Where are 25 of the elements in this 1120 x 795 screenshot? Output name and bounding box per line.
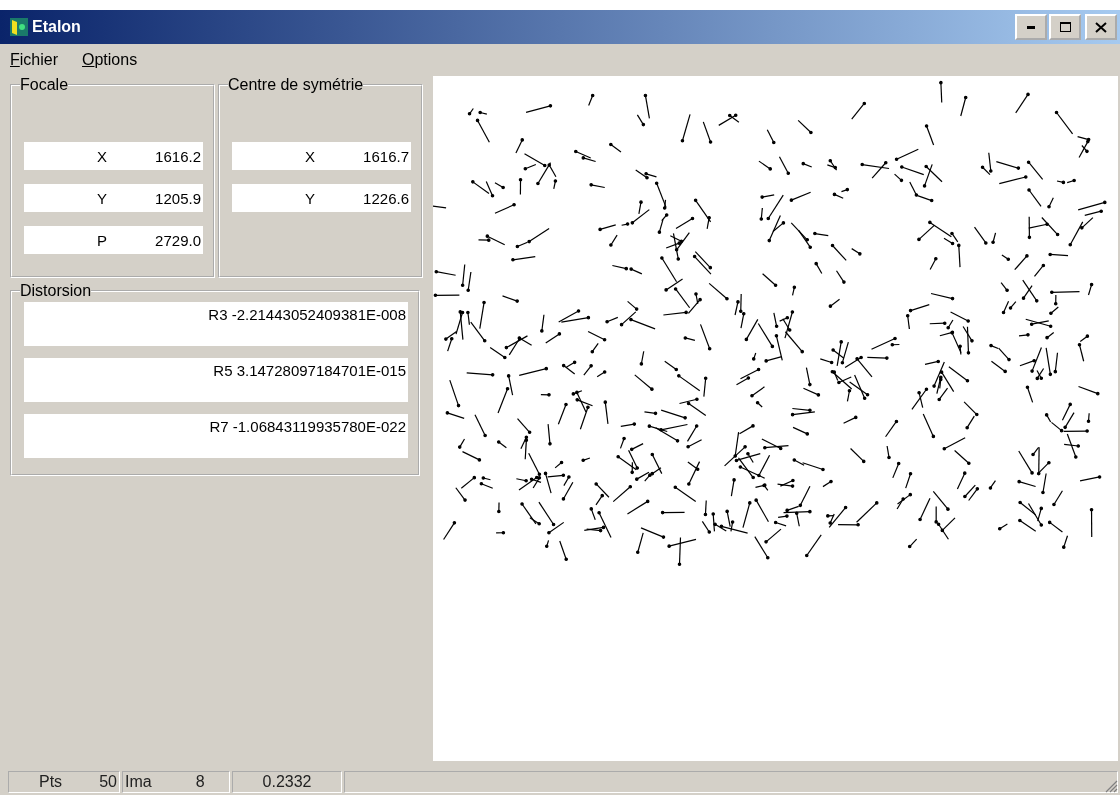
- close-button[interactable]: [1085, 14, 1117, 40]
- maximize-icon: [1059, 22, 1071, 32]
- value-field[interactable]: X 1616.2: [24, 142, 203, 170]
- menu-item[interactable]: Options: [82, 51, 138, 69]
- value-field[interactable]: R5 3.14728097184701E-015: [24, 358, 408, 402]
- value-field[interactable]: R7 -1.06843119935780E-022: [24, 414, 408, 458]
- status-pane: Ima 8: [122, 770, 230, 793]
- value-field[interactable]: P 2729.0: [24, 226, 203, 254]
- app-icon: [10, 18, 28, 36]
- value-field[interactable]: Y 1205.9: [24, 184, 203, 212]
- menu-item[interactable]: Fichier: [10, 51, 58, 69]
- maximize-button[interactable]: [1049, 14, 1081, 40]
- minimize-button[interactable]: [1015, 14, 1047, 40]
- window-title: Etalon: [32, 18, 82, 36]
- minimize-icon: [1027, 25, 1035, 29]
- close-icon: [1095, 21, 1107, 33]
- value-field[interactable]: R3 -2.21443052409381E-008: [24, 302, 408, 346]
- value-field[interactable]: X 1616.7: [232, 142, 411, 170]
- group-title: Distorsion: [20, 282, 92, 300]
- group-title: Focale: [20, 76, 69, 94]
- group-title: Centre de symétrie: [228, 76, 364, 94]
- status-pane: 0.2332: [232, 770, 342, 793]
- status-pane: Pts 50: [8, 770, 120, 793]
- value-field[interactable]: Y 1226.6: [232, 184, 411, 212]
- resize-grip-icon[interactable]: [1104, 779, 1118, 793]
